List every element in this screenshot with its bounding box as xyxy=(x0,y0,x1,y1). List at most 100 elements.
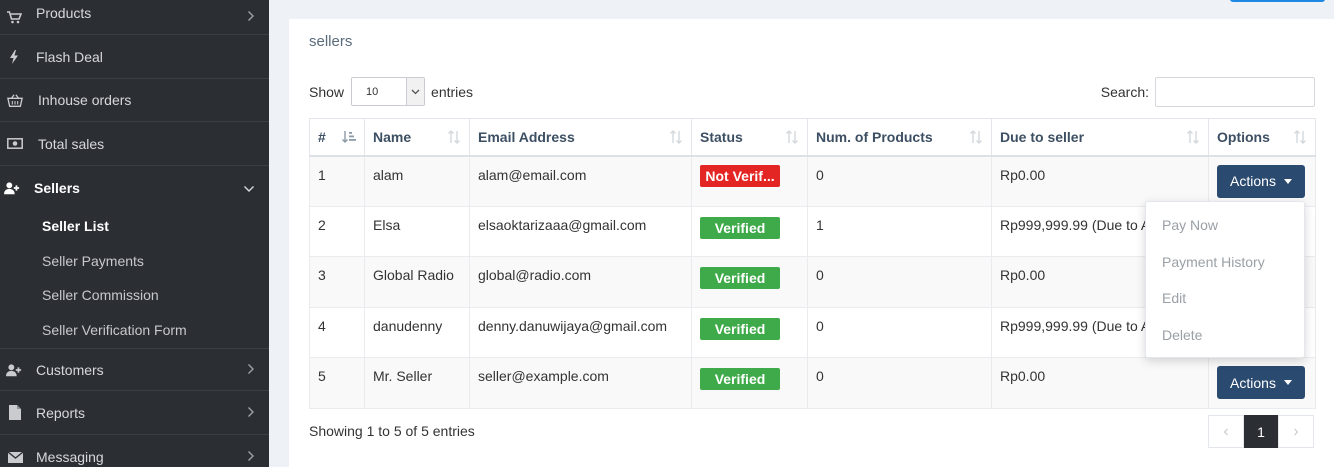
chevron-down-icon xyxy=(406,78,425,105)
cell-products: 0 xyxy=(807,155,992,207)
column-header-options[interactable]: Options xyxy=(1208,118,1316,157)
cell-number: 1 xyxy=(309,155,365,207)
chevron-right-icon xyxy=(247,449,255,465)
cell-number: 2 xyxy=(309,205,365,257)
status-badge: Verified xyxy=(700,267,780,289)
file-icon xyxy=(7,405,23,421)
cell-number: 4 xyxy=(309,306,365,358)
chevron-down-icon xyxy=(243,180,255,196)
sidebar: Products Flash Deal Inhouse orders Total… xyxy=(0,0,269,467)
search-control: Search: xyxy=(1101,77,1315,107)
basket-icon xyxy=(7,92,23,108)
cell-email: alam@email.com xyxy=(469,155,692,207)
table-header-row: # Name Email Address Status Num. of Prod… xyxy=(309,118,1316,157)
sidebar-item-label: Flash Deal xyxy=(36,48,103,65)
cell-email: seller@example.com xyxy=(469,357,692,409)
bolt-icon xyxy=(6,49,22,65)
sidebar-item-products[interactable]: Products xyxy=(0,0,269,35)
actions-button[interactable]: Actions xyxy=(1217,366,1305,399)
sidebar-item-label: Messaging xyxy=(36,449,104,465)
actions-dropdown-menu: Pay Now Payment History Edit Delete xyxy=(1145,201,1305,358)
sort-icon xyxy=(785,130,799,144)
chevron-right-icon xyxy=(247,362,255,378)
cell-products: 1 xyxy=(807,205,992,257)
menu-item-delete[interactable]: Delete xyxy=(1162,327,1202,343)
cell-status: Verified xyxy=(691,357,808,409)
column-header-email[interactable]: Email Address xyxy=(469,118,692,157)
top-action-button[interactable] xyxy=(1230,0,1325,2)
search-input[interactable] xyxy=(1155,77,1315,107)
envelope-icon xyxy=(7,449,23,465)
cell-status: Verified xyxy=(691,205,808,257)
cell-options: Actions xyxy=(1208,357,1316,409)
chevron-right-icon xyxy=(247,9,255,25)
sidebar-item-label: Products xyxy=(36,5,92,21)
sidebar-item-messaging[interactable]: Messaging xyxy=(0,435,269,467)
sidebar-item-label: Sellers xyxy=(34,180,80,196)
cell-email: elsaoktarizaaa@gmail.com xyxy=(469,205,692,257)
sidebar-subitem-seller-verification-form[interactable]: Seller Verification Form xyxy=(42,322,187,338)
pagination-page-1[interactable]: 1 xyxy=(1244,415,1278,448)
column-header-status[interactable]: Status xyxy=(691,118,808,157)
sort-ascending-icon xyxy=(342,130,356,144)
sidebar-item-flash-deal[interactable]: Flash Deal xyxy=(0,35,269,79)
pagination-previous[interactable]: ‹ xyxy=(1208,415,1244,448)
column-header-name[interactable]: Name xyxy=(364,118,470,157)
sort-icon xyxy=(969,130,983,144)
cell-number: 3 xyxy=(309,256,365,308)
column-header-number[interactable]: # xyxy=(309,118,365,157)
menu-item-edit[interactable]: Edit xyxy=(1162,290,1186,306)
caret-down-icon xyxy=(1283,380,1292,385)
cell-due: Rp0.00 xyxy=(991,155,1209,207)
cell-name: danudenny xyxy=(364,306,470,358)
sidebar-item-label: Inhouse orders xyxy=(38,92,132,108)
cell-name: Mr. Seller xyxy=(364,357,470,409)
table-info: Showing 1 to 5 of 5 entries xyxy=(309,423,475,439)
menu-item-payment-history[interactable]: Payment History xyxy=(1162,254,1265,270)
panel-title: sellers xyxy=(309,33,353,50)
status-badge: Verified xyxy=(700,216,780,239)
sidebar-subitem-seller-list[interactable]: Seller List xyxy=(42,218,109,234)
sort-icon xyxy=(1186,130,1200,144)
sidebar-item-inhouse-orders[interactable]: Inhouse orders xyxy=(0,79,269,122)
cell-name: alam xyxy=(364,155,470,207)
sidebar-item-customers[interactable]: Customers xyxy=(0,348,269,391)
user-plus-icon xyxy=(6,362,22,378)
sidebar-item-total-sales[interactable]: Total sales xyxy=(0,122,269,166)
cell-status: Verified xyxy=(691,306,808,358)
pagination-next[interactable]: › xyxy=(1278,415,1314,448)
cell-email: global@radio.com xyxy=(469,256,692,308)
cell-email: denny.danuwijaya@gmail.com xyxy=(469,306,692,358)
pagination: ‹ 1 › xyxy=(1208,415,1314,448)
sidebar-subitem-seller-payments[interactable]: Seller Payments xyxy=(42,253,144,269)
column-header-due[interactable]: Due to seller xyxy=(991,118,1209,157)
column-header-products[interactable]: Num. of Products xyxy=(807,118,992,157)
cell-status: Not Verif... xyxy=(691,155,808,207)
cell-name: Elsa xyxy=(364,205,470,257)
cell-number: 5 xyxy=(309,357,365,409)
status-badge: Not Verif... xyxy=(700,164,780,187)
cell-due: Rp0.00 xyxy=(991,357,1209,409)
entries-select[interactable]: 10 xyxy=(351,77,426,106)
entries-label: entries xyxy=(431,83,474,100)
sidebar-item-label: Total sales xyxy=(38,135,105,152)
sidebar-item-reports[interactable]: Reports xyxy=(0,391,269,435)
status-badge: Verified xyxy=(700,317,780,340)
actions-button[interactable]: Actions xyxy=(1217,164,1305,198)
chevron-right-icon xyxy=(247,405,255,421)
cell-products: 0 xyxy=(807,357,992,409)
status-badge: Verified xyxy=(700,368,780,390)
table-row: 5 Mr. Seller seller@example.com Verified… xyxy=(309,357,1316,409)
show-label: Show xyxy=(309,83,345,100)
sort-icon xyxy=(447,130,461,144)
sort-icon xyxy=(1293,130,1307,144)
search-label: Search: xyxy=(1100,84,1149,100)
entries-select-value: 10 xyxy=(366,85,379,98)
sidebar-item-sellers[interactable]: Sellers xyxy=(0,166,269,210)
user-plus-icon xyxy=(4,180,20,196)
caret-down-icon xyxy=(1283,178,1292,184)
sidebar-item-label: Reports xyxy=(36,404,86,421)
cell-products: 0 xyxy=(807,256,992,308)
menu-item-pay-now[interactable]: Pay Now xyxy=(1162,217,1218,233)
sidebar-subitem-seller-commission[interactable]: Seller Commission xyxy=(42,287,159,303)
